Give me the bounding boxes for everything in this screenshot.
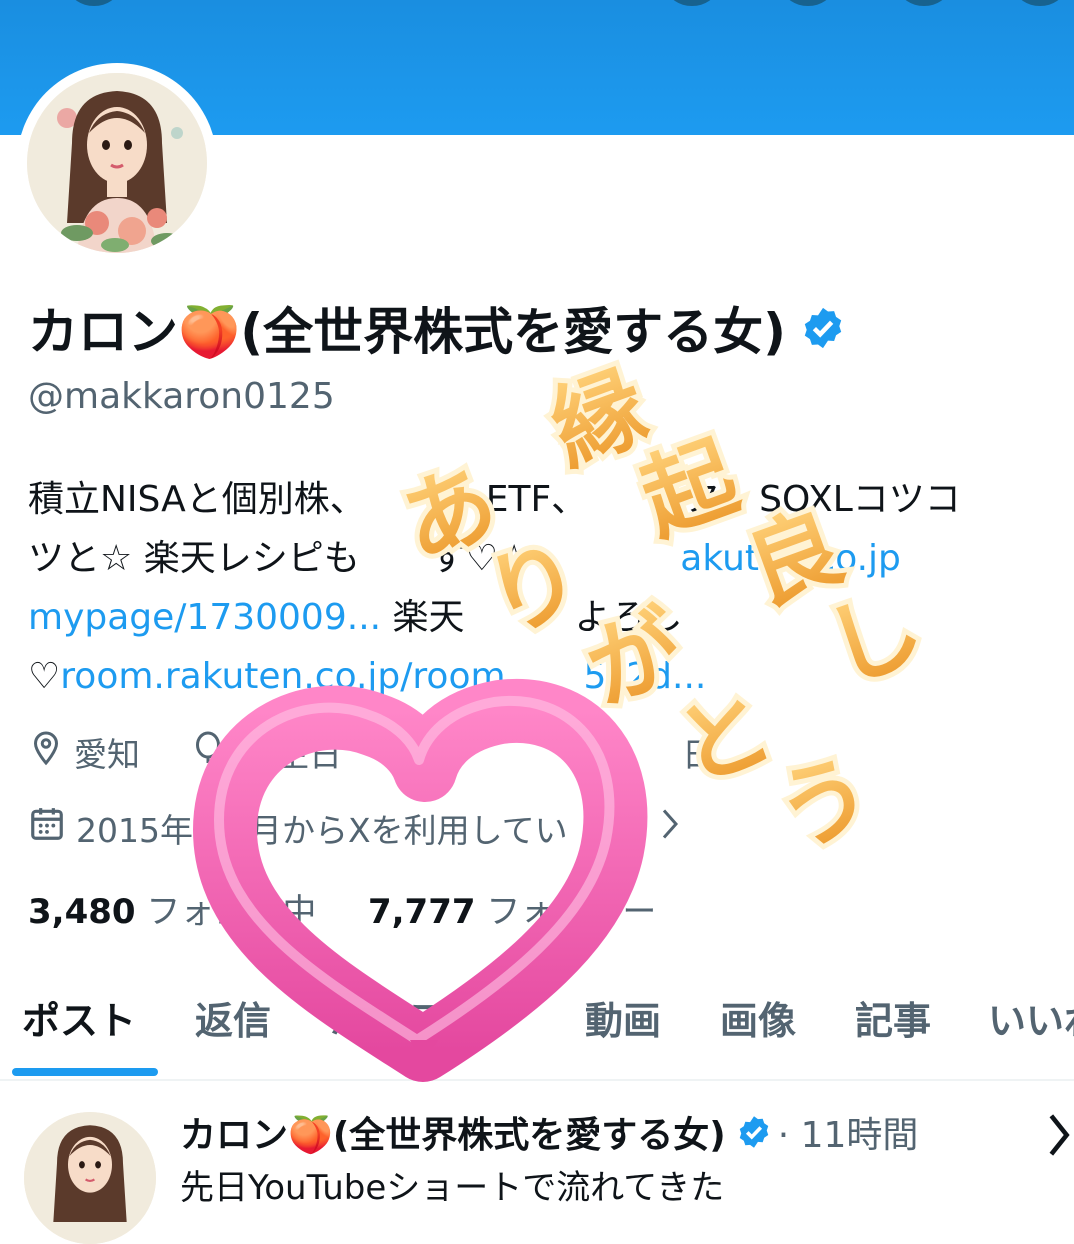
sticker-char: 縁 xyxy=(538,353,661,485)
bio-link[interactable]: room.rakuten.co.jp/room_ xyxy=(60,656,523,697)
bio-text: す♡☆ xyxy=(429,538,531,579)
balloon-icon xyxy=(190,728,226,776)
bio-link[interactable]: mypage/1730009... xyxy=(28,597,381,638)
verified-badge-icon xyxy=(736,1114,772,1150)
profile-tabs: ポスト 返信 ハイライト 動画 画像 記事 いいね xyxy=(0,990,1074,1080)
display-name-row: カロン🍑(全世界株式を愛する女) xyxy=(28,292,846,364)
followers-link[interactable]: 7,777 フォロワー xyxy=(368,892,656,932)
bio-link[interactable]: 5c2d... xyxy=(584,656,707,697)
active-tab-indicator xyxy=(12,1068,158,1076)
bio: 積立NISAと個別株、 ETF、 ス、SOXLコツコ ツと☆ 楽天レシピも す♡☆ ak… xyxy=(28,470,1074,706)
post-avatar[interactable] xyxy=(24,1112,156,1244)
tab-likes[interactable]: いいね xyxy=(988,990,1074,1045)
tab-replies[interactable]: 返信 xyxy=(195,990,271,1045)
bio-link[interactable]: akuten.co.jp xyxy=(680,538,901,579)
post-header: カロン🍑(全世界株式を愛する女) · 11時間 xyxy=(180,1106,918,1158)
back-button[interactable] xyxy=(70,0,118,6)
more-icon[interactable] xyxy=(1046,1112,1072,1162)
tab-highlights[interactable]: ハイライト xyxy=(330,990,519,1045)
birthday-text: 生日 xyxy=(276,735,342,774)
calendar-icon xyxy=(28,804,66,852)
grok-button[interactable] xyxy=(668,0,716,6)
post-author[interactable]: カロン🍑(全世界株式を愛する女) xyxy=(180,1106,726,1158)
chevron-right-icon[interactable] xyxy=(658,806,682,850)
post-text[interactable]: 先日YouTubeショートで流れてきた xyxy=(180,1160,724,1209)
tab-posts[interactable]: ポスト xyxy=(22,990,136,1045)
tab-images[interactable]: 画像 xyxy=(720,990,796,1045)
display-name: カロン🍑(全世界株式を愛する女) xyxy=(28,303,786,361)
joined-row: 2015年 月からXを利用してい xyxy=(28,804,682,852)
profile-meta-row: 愛知 生日 日 xyxy=(28,728,715,776)
joined-text: 月からXを利用してい xyxy=(248,811,568,850)
follow-counts: 3,480 フォロー中 7,777 フォロワー xyxy=(28,884,656,933)
location-text: 愛知 xyxy=(74,735,140,774)
birthday-text: 日 xyxy=(682,735,715,774)
following-link[interactable]: 3,480 フォロー中 xyxy=(28,892,316,932)
avatar[interactable] xyxy=(27,73,207,253)
divider xyxy=(0,1079,1074,1081)
joined-text: 2015年 xyxy=(76,811,193,850)
bio-text: ツと☆ 楽天レシピも xyxy=(28,538,360,579)
location-icon xyxy=(28,728,64,776)
post-time: · 11時間 xyxy=(777,1115,919,1156)
sticker-char: う xyxy=(763,738,886,870)
bio-text: ス、SOXLコツコ xyxy=(687,479,961,520)
bio-text: 楽天 xyxy=(381,597,465,638)
user-handle: @makkaron0125 xyxy=(28,376,335,417)
share-button[interactable] xyxy=(900,0,948,6)
tab-articles[interactable]: 記事 xyxy=(855,990,931,1045)
bio-text: よろし xyxy=(574,597,683,638)
verified-badge-icon[interactable] xyxy=(800,305,846,351)
bio-text: ♡ xyxy=(28,656,61,697)
more-button[interactable] xyxy=(1016,0,1064,6)
bio-text: ETF、 xyxy=(485,479,588,520)
search-button[interactable] xyxy=(784,0,832,6)
tab-videos[interactable]: 動画 xyxy=(585,990,661,1045)
bio-text: 積立NISAと個別株、 xyxy=(28,479,366,520)
